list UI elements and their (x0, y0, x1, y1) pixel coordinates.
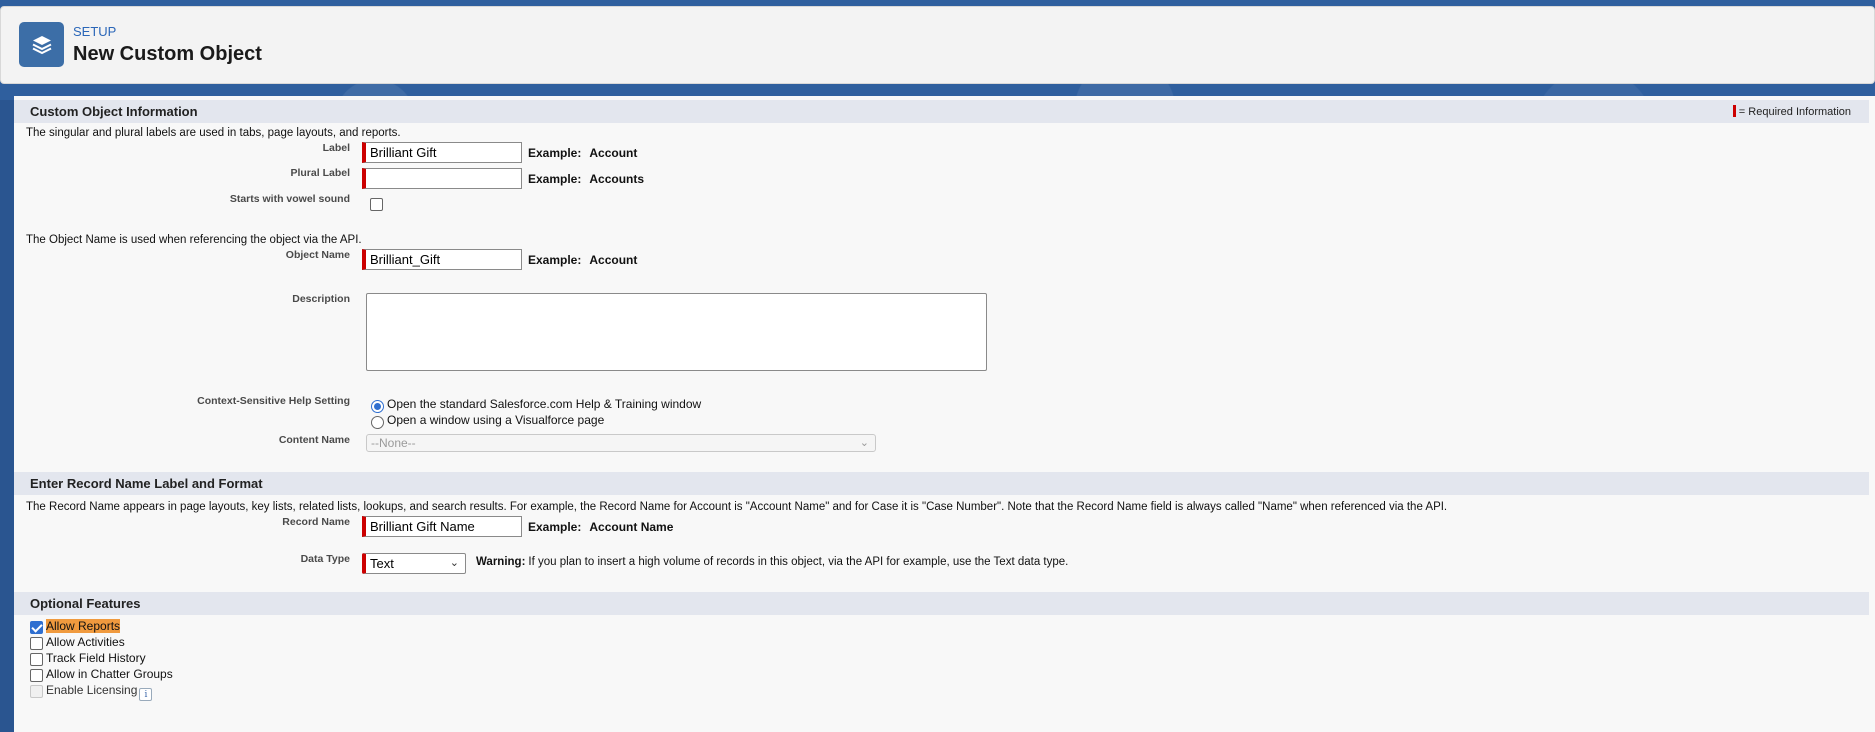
allow-chatter-groups-label[interactable]: Allow in Chatter Groups (46, 667, 173, 681)
track-field-history-label[interactable]: Track Field History (46, 651, 146, 665)
object-name-field-label: Object Name (285, 249, 350, 261)
label-example: Example: Account (528, 146, 638, 160)
help-text-labels: The singular and plural labels are used … (26, 127, 401, 139)
form-content: Custom Object Information = Required Inf… (14, 96, 1875, 732)
help-setting-standard-label[interactable]: Open the standard Salesforce.com Help & … (387, 397, 701, 411)
record-name-input[interactable] (362, 516, 522, 537)
record-name-example: Example: Account Name (528, 520, 674, 534)
plural-label-example: Example: Accounts (528, 172, 645, 186)
allow-reports-checkbox[interactable] (30, 621, 43, 634)
data-type-warning: Warning: If you plan to insert a high vol… (476, 556, 1069, 568)
help-text-object-name: The Object Name is used when referencing… (26, 234, 362, 246)
section-title: Optional Features (30, 596, 141, 611)
label-field-label: Label (322, 142, 350, 154)
chevron-down-icon: ⌄ (859, 437, 869, 449)
allow-activities-checkbox[interactable] (30, 637, 43, 650)
page-header: SETUP New Custom Object (0, 6, 1875, 84)
chevron-down-icon: ⌄ (449, 557, 459, 569)
allow-activities-label[interactable]: Allow Activities (46, 635, 125, 649)
help-setting-visualforce-label[interactable]: Open a window using a Visualforce page (387, 413, 604, 427)
plural-label-input[interactable] (362, 168, 522, 189)
record-name-field-label: Record Name (282, 516, 350, 528)
help-text-record-name: The Record Name appears in page layouts,… (26, 501, 1448, 513)
description-field-label: Description (292, 293, 350, 305)
object-name-example: Example: Account (528, 253, 638, 267)
enable-licensing-label: Enable Licensing i (46, 683, 153, 701)
help-setting-field-label: Context-Sensitive Help Setting (197, 395, 350, 407)
section-header-optional-features: Optional Features (14, 592, 1869, 615)
page-title: New Custom Object (73, 43, 262, 65)
vowel-sound-field-label: Starts with vowel sound (229, 193, 350, 205)
vowel-sound-checkbox[interactable] (370, 198, 383, 211)
required-marker-icon (1732, 105, 1736, 117)
info-icon[interactable]: i (139, 688, 153, 701)
label-input[interactable] (362, 142, 522, 163)
object-name-input[interactable] (362, 249, 522, 270)
track-field-history-checkbox[interactable] (30, 653, 43, 666)
section-header-custom-object-information: Custom Object Information = Required Inf… (14, 100, 1869, 123)
allow-chatter-groups-checkbox[interactable] (30, 669, 43, 682)
allow-reports-label[interactable]: Allow Reports (46, 619, 121, 633)
data-type-select[interactable]: Text ⌄ (362, 553, 466, 574)
required-information-legend: = Required Information (1732, 105, 1851, 118)
data-type-field-label: Data Type (300, 553, 350, 565)
plural-label-field-label: Plural Label (290, 167, 350, 179)
enable-licensing-checkbox (30, 685, 43, 698)
section-title: Enter Record Name Label and Format (30, 476, 263, 491)
section-title: Custom Object Information (30, 104, 198, 119)
breadcrumb-setup[interactable]: SETUP (73, 24, 116, 39)
section-header-record-name: Enter Record Name Label and Format (14, 472, 1869, 495)
content-name-select: --None-- ⌄ (366, 434, 876, 452)
help-setting-visualforce-radio[interactable] (371, 416, 384, 429)
help-setting-standard-radio[interactable] (371, 400, 384, 413)
description-textarea[interactable] (366, 293, 987, 371)
stack-layers-icon (19, 22, 64, 67)
content-name-field-label: Content Name (278, 434, 350, 446)
